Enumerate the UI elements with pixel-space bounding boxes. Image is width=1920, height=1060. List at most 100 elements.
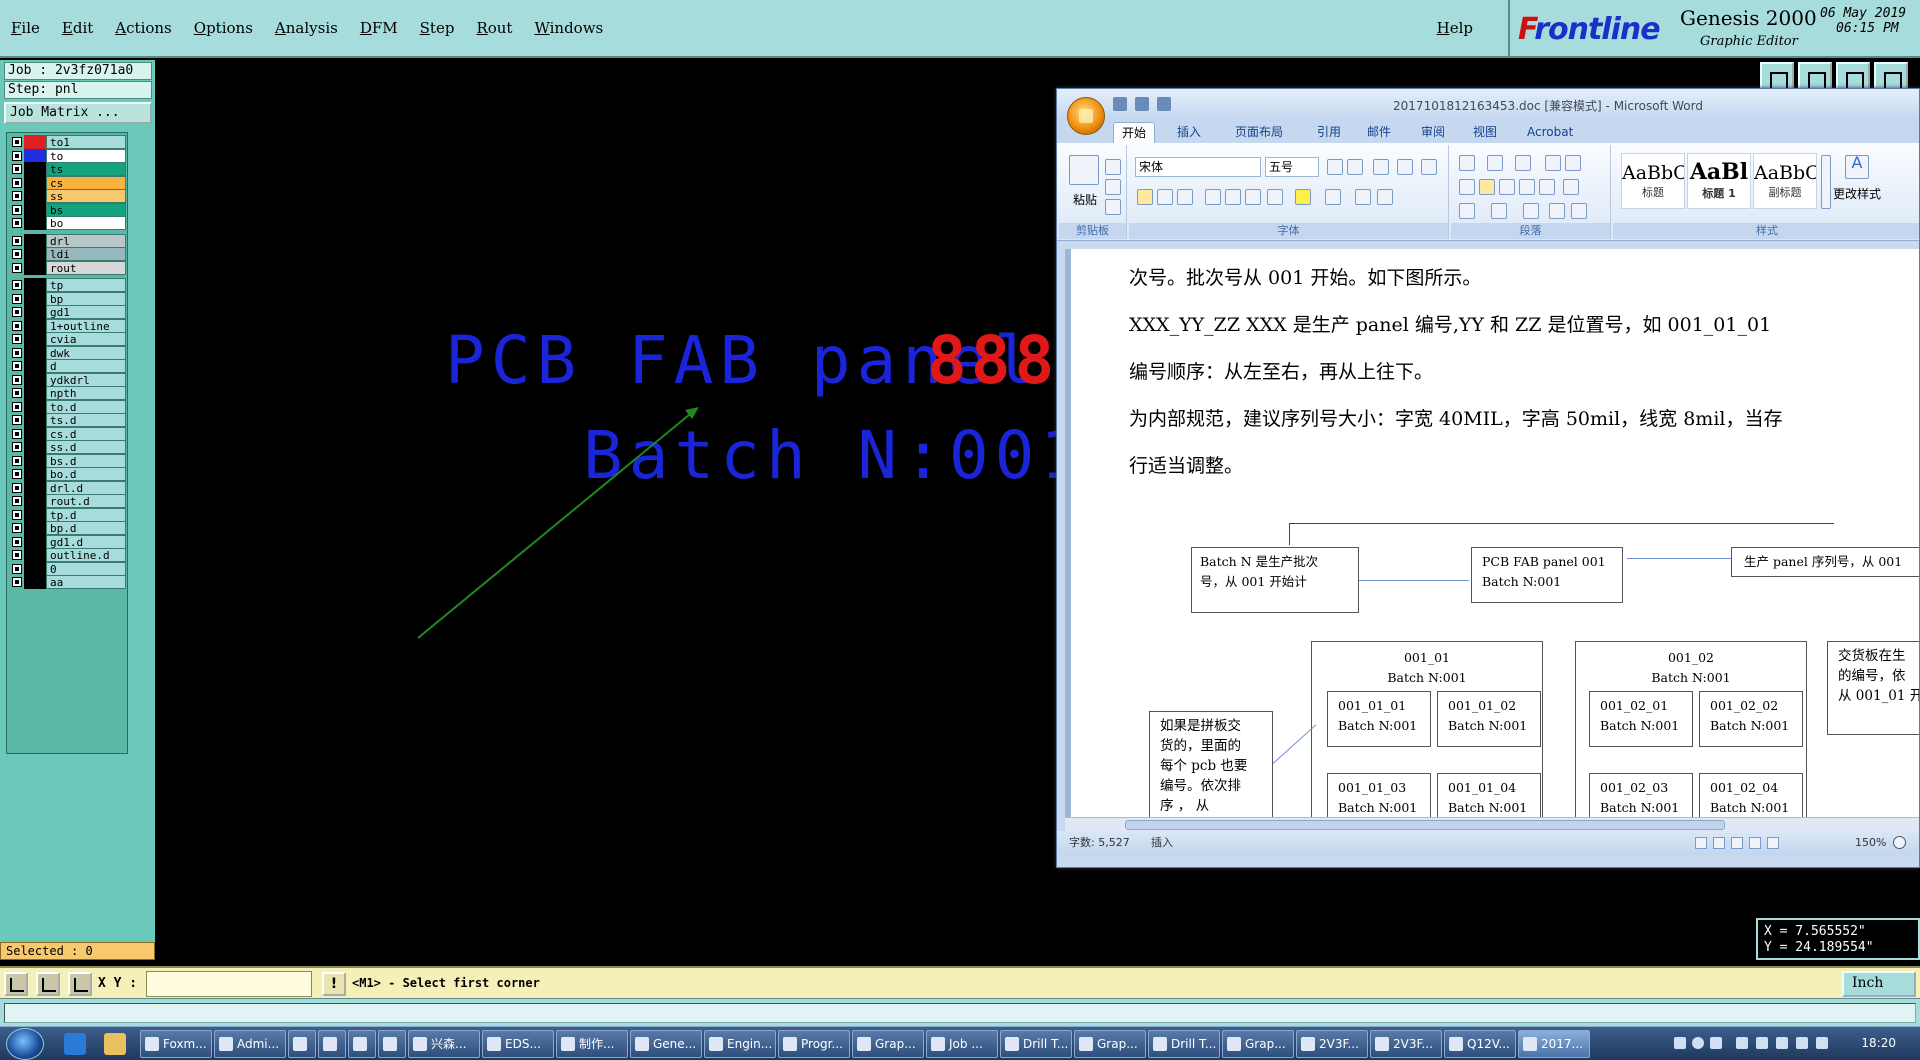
change-styles-icon[interactable]: A [1845,155,1869,179]
taskbar-item[interactable] [288,1030,316,1058]
tab-acrobat[interactable]: Acrobat [1519,122,1581,143]
menu-windows[interactable]: Windows [523,19,614,37]
layer-checkbox[interactable] [12,235,22,246]
layer-checkbox[interactable] [12,563,22,574]
layer-checkbox[interactable] [12,374,22,385]
layer-color-swatch[interactable] [24,480,46,495]
show-marks-icon[interactable] [1571,203,1587,219]
layer-color-swatch[interactable] [24,162,46,176]
decrease-indent-icon[interactable] [1545,155,1561,171]
layer-color-swatch[interactable] [24,575,46,589]
layer-color-swatch[interactable] [24,260,46,275]
layer-row-bp-d[interactable]: bp.d [9,521,126,535]
tab-insert[interactable]: 插入 [1169,122,1209,143]
alert-button[interactable]: ! [322,972,346,996]
justify-icon[interactable] [1519,179,1535,195]
layer-row-cs-d[interactable]: cs.d [9,426,126,441]
tab-review[interactable]: 审阅 [1413,122,1453,143]
layer-name[interactable]: to1 [46,135,126,149]
taskbar-item[interactable] [318,1030,346,1058]
layer-name[interactable]: cvia [46,332,126,346]
layer-name[interactable]: 0 [46,561,126,576]
taskbar-item[interactable]: Progr... [778,1030,850,1058]
layer-name[interactable]: drl.d [46,480,126,495]
tab-home[interactable]: 开始 [1113,122,1156,143]
layer-checkbox[interactable] [12,293,22,304]
taskbar-item[interactable]: 2V3F... [1370,1030,1442,1058]
taskbar-item[interactable]: Gene... [630,1030,702,1058]
layer-color-swatch[interactable] [24,278,46,292]
zoom-out-icon[interactable] [1893,836,1906,849]
layer-checkbox[interactable] [12,388,22,398]
unit-toggle-button[interactable]: Inch [1842,971,1916,997]
zoom-level[interactable]: 150% [1855,831,1886,855]
layer-row-1-outline[interactable]: 1+outline [9,318,126,333]
layer-color-swatch[interactable] [24,247,46,261]
print-layout-icon[interactable] [1695,837,1707,849]
layer-name[interactable]: bp [46,291,126,306]
layer-row-dwk[interactable]: dwk [9,345,126,360]
canvas-text-batch[interactable]: Batch N:001 [583,417,1086,494]
outline-icon[interactable] [1749,837,1761,849]
taskbar-item[interactable]: Engin... [704,1030,776,1058]
layer-row-npth[interactable]: npth [9,386,126,400]
taskbar-item[interactable]: Grap... [1222,1030,1294,1058]
tab-references[interactable]: 引用 [1309,122,1349,143]
layer-name[interactable]: ldi [46,247,126,261]
layer-row-to-d[interactable]: to.d [9,399,126,414]
change-case-icon[interactable] [1267,189,1283,205]
taskbar-item[interactable]: 兴森... [408,1030,480,1058]
align-center-icon[interactable] [1479,179,1495,195]
layer-row-ldi[interactable]: ldi [9,247,126,261]
layer-checkbox[interactable] [12,218,22,228]
horizontal-scrollbar[interactable] [1065,817,1919,831]
menu-dfm[interactable]: DFM [349,19,409,37]
layer-row-drl-d[interactable]: drl.d [9,480,126,495]
sort-icon[interactable] [1549,203,1565,219]
layer-name[interactable]: npth [46,386,126,400]
word-count[interactable]: 字数: 5,527 [1069,831,1130,855]
layer-checkbox[interactable] [12,509,22,520]
menu-analysis[interactable]: Analysis [264,19,349,37]
layer-checkbox[interactable] [12,204,22,215]
scroll-thumb[interactable] [1125,820,1725,830]
chinese-layout-icon[interactable] [1523,203,1539,219]
layer-name[interactable]: to.d [46,399,126,414]
cut-icon[interactable] [1105,159,1121,175]
layer-color-swatch[interactable] [24,359,46,373]
layer-name[interactable]: ts [46,162,126,176]
layer-name[interactable]: cs.d [46,426,126,441]
full-screen-icon[interactable] [1713,837,1725,849]
network-icon[interactable] [1776,1037,1788,1049]
layer-checkbox[interactable] [12,361,22,371]
layer-checkbox[interactable] [12,482,22,493]
layer-name[interactable]: ss [46,189,126,203]
layer-checkbox[interactable] [12,347,22,358]
phonetic-icon[interactable] [1397,159,1413,175]
taskbar-item[interactable]: Admi... [214,1030,286,1058]
clear-format-icon[interactable] [1373,159,1389,175]
superscript-icon[interactable] [1245,189,1261,205]
layer-color-swatch[interactable] [24,202,46,217]
layer-color-swatch[interactable] [24,148,46,163]
measure-tool-icon[interactable] [36,972,60,996]
draft-icon[interactable] [1767,837,1779,849]
windows-start-icon[interactable] [6,1028,44,1060]
taskbar-item[interactable]: Job ... [926,1030,998,1058]
show-hidden-icon[interactable] [1736,1037,1748,1049]
layer-color-swatch[interactable] [24,453,46,468]
layer-name[interactable]: to [46,148,126,163]
layer-checkbox[interactable] [12,262,22,273]
green-arrow-line[interactable] [417,409,696,639]
layer-color-swatch[interactable] [24,291,46,306]
distribute-icon[interactable] [1539,179,1555,195]
layer-color-swatch[interactable] [24,440,46,454]
tab-view[interactable]: 视图 [1465,122,1505,143]
char-shading-icon[interactable] [1355,189,1371,205]
layer-row-ydkdrl[interactable]: ydkdrl [9,372,126,387]
layer-color-swatch[interactable] [24,494,46,508]
menu-step[interactable]: Step [409,19,466,37]
shading-icon[interactable] [1459,203,1475,219]
layer-checkbox[interactable] [12,191,22,201]
layer-color-swatch[interactable] [24,548,46,562]
